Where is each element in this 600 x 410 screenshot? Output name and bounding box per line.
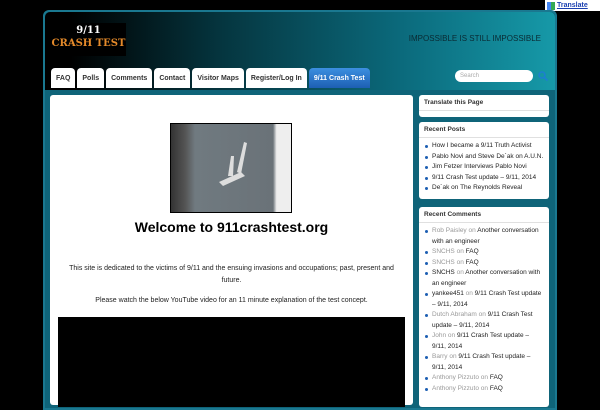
on-label: on: [478, 311, 486, 318]
recent-comment-item: Anthony Pizzuto on FAQ: [424, 373, 544, 384]
page-title: Welcome to 911crashtest.org: [134, 219, 329, 235]
main-nav: FAQ Polls Comments Contact Visitor Maps Regis…: [51, 68, 370, 88]
comment-author[interactable]: Dutch Abraham: [432, 311, 477, 318]
widget-title: Recent Posts: [419, 122, 549, 138]
on-label: on: [456, 248, 464, 255]
recent-comment-item: John on 9/11 Crash Test update – 9/11, 2…: [424, 331, 544, 352]
comment-author: yankee451: [432, 290, 464, 297]
on-label: on: [456, 258, 464, 266]
widget-title: Translate this Page: [419, 95, 549, 111]
comment-author[interactable]: John: [432, 332, 446, 339]
widget-title: Recent Comments: [419, 207, 549, 223]
comment-author[interactable]: SNCHS: [432, 259, 455, 266]
recent-comment-item: SNCHS on FAQ: [424, 247, 544, 258]
nav-tab[interactable]: Polls: [77, 68, 105, 88]
recent-post-link[interactable]: 9/11 Crash Test update – 9/11, 2014: [424, 173, 544, 184]
recent-comment-item: Rob Paisley on Another conversation with…: [424, 226, 544, 247]
translate-widget-box: Translate this Page: [419, 95, 549, 117]
site-header: 9/11 CRASH TEST IMPOSSIBLE IS STILL IMPOS…: [45, 12, 555, 90]
on-label: on: [447, 332, 456, 339]
on-label: on: [449, 353, 457, 360]
on-label: on: [465, 290, 473, 297]
recent-post-link[interactable]: Jim Fetzer Interviews Pablo Novi: [424, 162, 544, 173]
recent-comment-item: SNCHS on Another conversation with an en…: [424, 268, 544, 289]
comment-post-link[interactable]: FAQ: [490, 374, 503, 381]
on-label: on: [480, 384, 489, 392]
nav-tab[interactable]: 9/11 Crash Test: [308, 68, 370, 88]
logo-line2: CRASH TEST: [51, 38, 126, 49]
main-content: Welcome to 911crashtest.org This site is…: [50, 95, 413, 407]
recent-comment-item: Dutch Abraham on 9/11 Crash Test update …: [424, 310, 544, 331]
on-label: on: [456, 269, 464, 276]
comment-post-link[interactable]: FAQ: [466, 259, 479, 266]
search-icon[interactable]: [538, 71, 548, 81]
recent-comments-widget: Recent Comments Rob Paisley on Another co…: [419, 207, 549, 407]
nav-tab[interactable]: Comments: [106, 68, 153, 88]
on-label: on: [480, 374, 489, 381]
plane-tower-image: [170, 123, 292, 213]
recent-comment-item: yankee451 on 9/11 Crash Test update – 9/…: [424, 289, 544, 310]
recent-comment-item: Barry on 9/11 Crash Test update – 9/11, …: [424, 352, 544, 373]
recent-post-link[interactable]: How I became a 9/11 Truth Activist: [424, 141, 544, 152]
recent-comment-item: Anthony Pizzuto on FAQ: [424, 384, 544, 395]
comment-post-link[interactable]: FAQ: [466, 248, 479, 255]
comment-post-link[interactable]: 9/11 Crash Test update – 9/11, 2014: [432, 332, 529, 350]
comment-author[interactable]: Anthony Pizzuto: [432, 374, 479, 381]
nav-tab[interactable]: Visitor Maps: [192, 68, 244, 88]
recent-comment-item: SNCHS on FAQ: [424, 258, 544, 269]
video-note: Please watch the below YouTube video for…: [95, 297, 368, 304]
page-container: 9/11 CRASH TEST IMPOSSIBLE IS STILL IMPOS…: [43, 10, 557, 410]
site-tagline: IMPOSSIBLE IS STILL IMPOSSIBLE: [408, 34, 541, 43]
comment-author[interactable]: Rob Paisley: [432, 227, 467, 234]
comment-author[interactable]: Anthony Pizzuto: [432, 385, 479, 392]
recent-post-link[interactable]: Pablo Novi and Steve De´ak on A.U.N.: [424, 152, 544, 163]
recent-posts-widget: Recent Posts How I became a 9/11 Truth Ac…: [419, 122, 549, 199]
recent-post-link[interactable]: De´ak on The Reynolds Reveal: [424, 183, 544, 194]
comment-author[interactable]: Barry: [432, 353, 448, 360]
google-translate-icon: [547, 1, 555, 10]
translate-widget[interactable]: Translate: [545, 0, 600, 11]
translate-link[interactable]: Translate: [557, 2, 588, 9]
logo-line1: 9/11: [76, 25, 101, 36]
comment-author: SNCHS: [432, 269, 455, 276]
comment-author[interactable]: SNCHS: [432, 248, 455, 255]
site-logo[interactable]: 9/11 CRASH TEST: [51, 23, 126, 56]
comment-post-link[interactable]: FAQ: [490, 385, 503, 392]
youtube-video-embed[interactable]: [58, 317, 405, 407]
nav-tab[interactable]: Contact: [154, 68, 191, 88]
intro-text: This site is dedicated to the victims of…: [69, 265, 394, 284]
on-label: on: [468, 227, 476, 234]
nav-tab[interactable]: Register/Log In: [245, 68, 307, 88]
search-input[interactable]: Search: [455, 70, 533, 82]
nav-tab[interactable]: FAQ: [51, 68, 76, 88]
